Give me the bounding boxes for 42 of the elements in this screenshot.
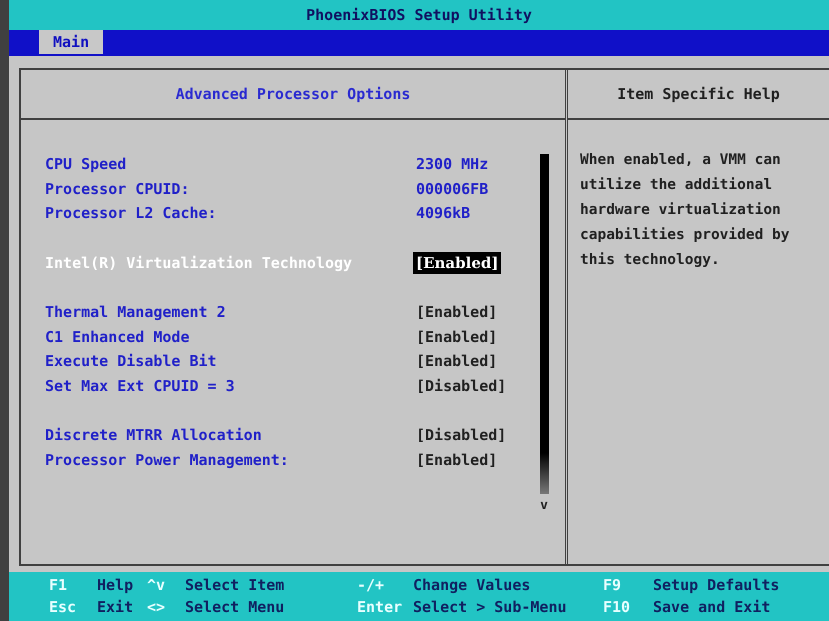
key-name: F10 (603, 598, 632, 616)
setting-value[interactable]: [Disabled] (415, 376, 508, 395)
setting-value[interactable]: [Enabled] (415, 328, 498, 346)
setting-value[interactable]: [Disabled] (415, 426, 508, 444)
setting-label: CPU Speed (45, 155, 128, 174)
help-title: Item Specific Help (617, 85, 780, 103)
key-action: Change Values (413, 576, 532, 594)
panel-title: Advanced Processor Options (176, 85, 410, 103)
setting-label[interactable]: C1 Enhanced Mode (45, 328, 415, 346)
key-name: Esc (49, 598, 78, 616)
key-action: Setup Defaults (653, 576, 780, 594)
key-name: F1 (49, 576, 68, 594)
setting-value[interactable]: [Enabled] (415, 254, 500, 272)
key-name: <> (147, 598, 166, 616)
scrollbar-thumb[interactable] (540, 154, 548, 494)
setting-value: 2300 MHz (415, 155, 490, 174)
key-name: -/+ (357, 576, 386, 594)
setting-label: Processor CPUID: (45, 180, 190, 198)
setting-value[interactable]: [Enabled] (415, 352, 498, 370)
key-name: F9 (603, 576, 622, 594)
setting-label[interactable]: Discrete MTRR Allocation (45, 426, 415, 444)
key-action: Save and Exit (653, 598, 772, 616)
setting-value[interactable]: [Enabled] (415, 450, 498, 469)
setting-label[interactable]: Processor Power Management: (45, 450, 415, 469)
scroll-down-mark: v (540, 498, 548, 513)
menu-tab[interactable]: Main (39, 30, 104, 54)
window-title: PhoenixBIOS Setup Utility (306, 6, 532, 24)
setting-value: 4096kB (415, 204, 472, 222)
key-name: Enter (357, 598, 404, 616)
key-action: Select Menu (185, 598, 286, 616)
key-action: Exit (97, 598, 134, 616)
setting-label[interactable]: Set Max Ext CPUID = 3 (45, 376, 415, 395)
key-action: Select Item (185, 576, 286, 594)
key-name: ^v (147, 576, 166, 594)
key-action: Select > Sub-Menu (413, 598, 568, 616)
setting-label[interactable]: Thermal Management 2 (45, 303, 415, 322)
help-text: When enabled, a VMM can utilize the additional hardware virtualization capabilities provided by this technology. (579, 151, 791, 270)
key-action: Help (97, 576, 134, 594)
setting-value[interactable]: [Enabled] (415, 303, 498, 322)
setting-value: 000006FB (415, 180, 490, 198)
setting-label[interactable]: Execute Disable Bit (45, 352, 415, 370)
setting-label: Processor L2 Cache: (45, 204, 218, 222)
